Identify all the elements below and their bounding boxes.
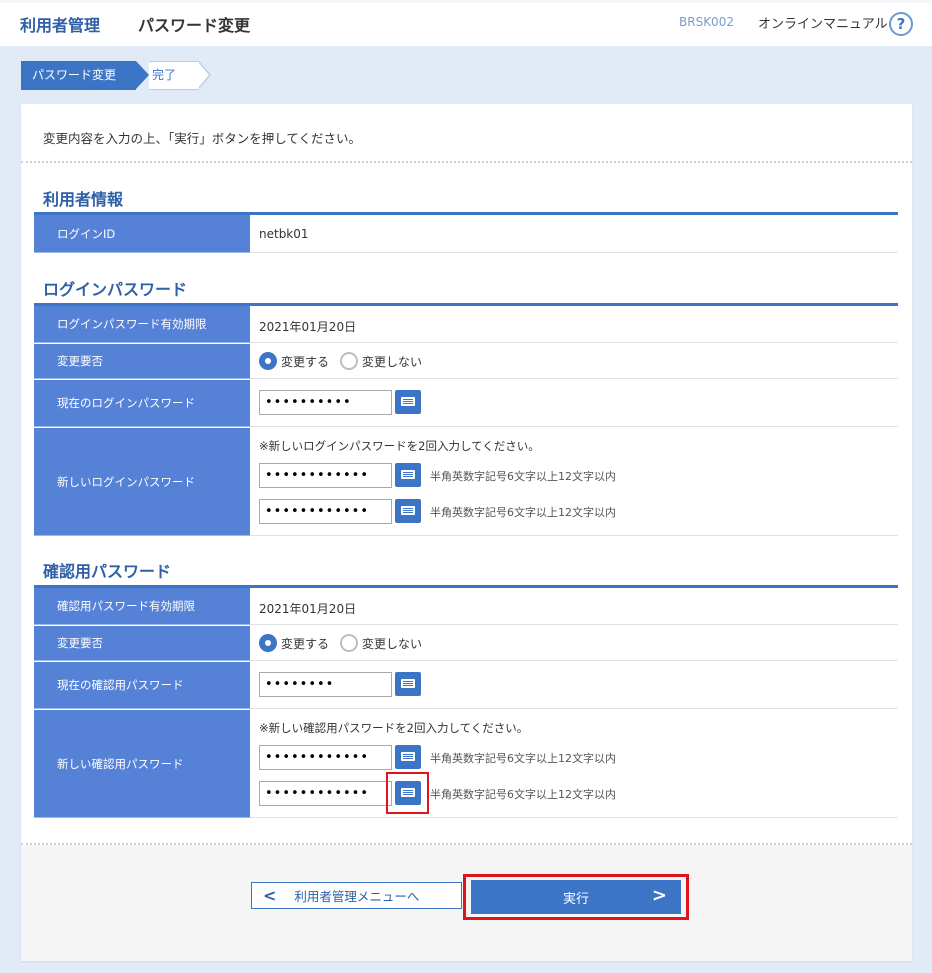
- row-confirm-expiry: 確認用パスワード有効期限 2021年01月20日: [34, 588, 898, 625]
- software-keyboard-icon[interactable]: [395, 672, 421, 696]
- chevron-left-icon: <: [263, 886, 277, 905]
- step-arrow-fill: [198, 62, 209, 88]
- step-password-change: パスワード変更: [21, 61, 136, 90]
- row-confirm-change: 変更要否 変更する 変更しない: [34, 626, 898, 661]
- radio-login-change[interactable]: 変更する: [259, 352, 329, 370]
- confirm-change-label: 変更要否: [34, 626, 250, 661]
- screen-code: BRSK002: [679, 15, 734, 29]
- row-confirm-new: 新しい確認用パスワード ※新しい確認用パスワードを2回入力してください。 •••…: [34, 710, 898, 818]
- row-login-new: 新しいログインパスワード ※新しいログインパスワードを2回入力してください。 •…: [34, 428, 898, 536]
- execute-button-label: 実行: [562, 891, 589, 907]
- radio-confirm-change[interactable]: 変更する: [259, 634, 329, 652]
- section-title-login-password: ログインパスワード: [43, 280, 188, 299]
- radio-selected-icon[interactable]: [259, 352, 277, 370]
- header-section-title: 利用者管理: [20, 16, 101, 35]
- confirm-new-password-confirm-input[interactable]: ••••••••••••: [259, 781, 392, 806]
- software-keyboard-icon[interactable]: [395, 390, 421, 414]
- login-id-label: ログインID: [34, 215, 250, 253]
- login-current-password-input[interactable]: ••••••••••: [259, 390, 392, 415]
- software-keyboard-icon[interactable]: [395, 499, 421, 523]
- login-id-value: netbk01: [259, 227, 309, 241]
- back-to-user-menu-button[interactable]: < 利用者管理メニューへ: [251, 882, 462, 909]
- confirm-new-password-input[interactable]: ••••••••••••: [259, 745, 392, 770]
- radio-unselected-icon[interactable]: [340, 352, 358, 370]
- confirm-new-label: 新しい確認用パスワード: [34, 710, 250, 818]
- main-panel: 変更内容を入力の上、「実行」ボタンを押してください。 利用者情報 ログインID …: [21, 104, 912, 961]
- password-rule-hint: 半角英数字記号6文字以上12文字以内: [430, 788, 616, 801]
- section-title-user-info: 利用者情報: [43, 190, 124, 209]
- online-manual-link[interactable]: オンラインマニュアル: [758, 13, 888, 32]
- confirm-current-password-input[interactable]: ••••••••: [259, 672, 392, 697]
- row-login-current: 現在のログインパスワード ••••••••••: [34, 380, 898, 427]
- step-arrow: [136, 61, 149, 89]
- chevron-right-icon: >: [651, 885, 667, 906]
- radio-label: 変更する: [281, 636, 330, 651]
- divider: [21, 161, 912, 163]
- password-rule-hint: 半角英数字記号6文字以上12文字以内: [430, 470, 616, 483]
- back-button-label: 利用者管理メニューへ: [294, 889, 420, 904]
- confirm-new-note: ※新しい確認用パスワードを2回入力してください。: [259, 721, 529, 735]
- instruction-text: 変更内容を入力の上、「実行」ボタンを押してください。: [43, 131, 362, 146]
- radio-unselected-icon[interactable]: [340, 634, 358, 652]
- software-keyboard-icon[interactable]: [395, 463, 421, 487]
- login-change-label: 変更要否: [34, 344, 250, 379]
- row-login-id: ログインID netbk01: [34, 215, 898, 253]
- software-keyboard-icon[interactable]: [395, 781, 421, 805]
- help-icon[interactable]: ?: [889, 12, 913, 36]
- login-current-label: 現在のログインパスワード: [34, 380, 250, 427]
- software-keyboard-icon[interactable]: [395, 745, 421, 769]
- radio-label: 変更しない: [362, 636, 423, 651]
- confirm-expiry-label: 確認用パスワード有効期限: [34, 588, 250, 625]
- radio-selected-icon[interactable]: [259, 634, 277, 652]
- login-new-password-input[interactable]: ••••••••••••: [259, 463, 392, 488]
- radio-label: 変更しない: [362, 354, 423, 369]
- confirm-expiry-value: 2021年01月20日: [259, 602, 357, 616]
- radio-label: 変更する: [281, 354, 330, 369]
- radio-login-nochange[interactable]: 変更しない: [340, 352, 422, 370]
- button-area: < 利用者管理メニューへ 実行 >: [21, 845, 912, 961]
- page-title: パスワード変更: [138, 16, 251, 35]
- login-expiry-value: 2021年01月20日: [259, 320, 357, 334]
- login-new-password-confirm-input[interactable]: ••••••••••••: [259, 499, 392, 524]
- row-confirm-current: 現在の確認用パスワード ••••••••: [34, 662, 898, 709]
- login-expiry-label: ログインパスワード有効期限: [34, 306, 250, 343]
- app-header: 利用者管理 パスワード変更 BRSK002 オンラインマニュアル ?: [0, 0, 932, 46]
- confirm-current-label: 現在の確認用パスワード: [34, 662, 250, 709]
- step-complete: 完了: [149, 61, 199, 90]
- radio-confirm-nochange[interactable]: 変更しない: [340, 634, 422, 652]
- execute-button[interactable]: 実行 >: [471, 880, 681, 914]
- row-login-expiry: ログインパスワード有効期限 2021年01月20日: [34, 306, 898, 343]
- password-rule-hint: 半角英数字記号6文字以上12文字以内: [430, 506, 616, 519]
- login-new-note: ※新しいログインパスワードを2回入力してください。: [259, 439, 540, 453]
- section-title-confirm-password: 確認用パスワード: [43, 562, 172, 581]
- password-rule-hint: 半角英数字記号6文字以上12文字以内: [430, 752, 616, 765]
- login-new-label: 新しいログインパスワード: [34, 428, 250, 536]
- row-login-change: 変更要否 変更する 変更しない: [34, 344, 898, 379]
